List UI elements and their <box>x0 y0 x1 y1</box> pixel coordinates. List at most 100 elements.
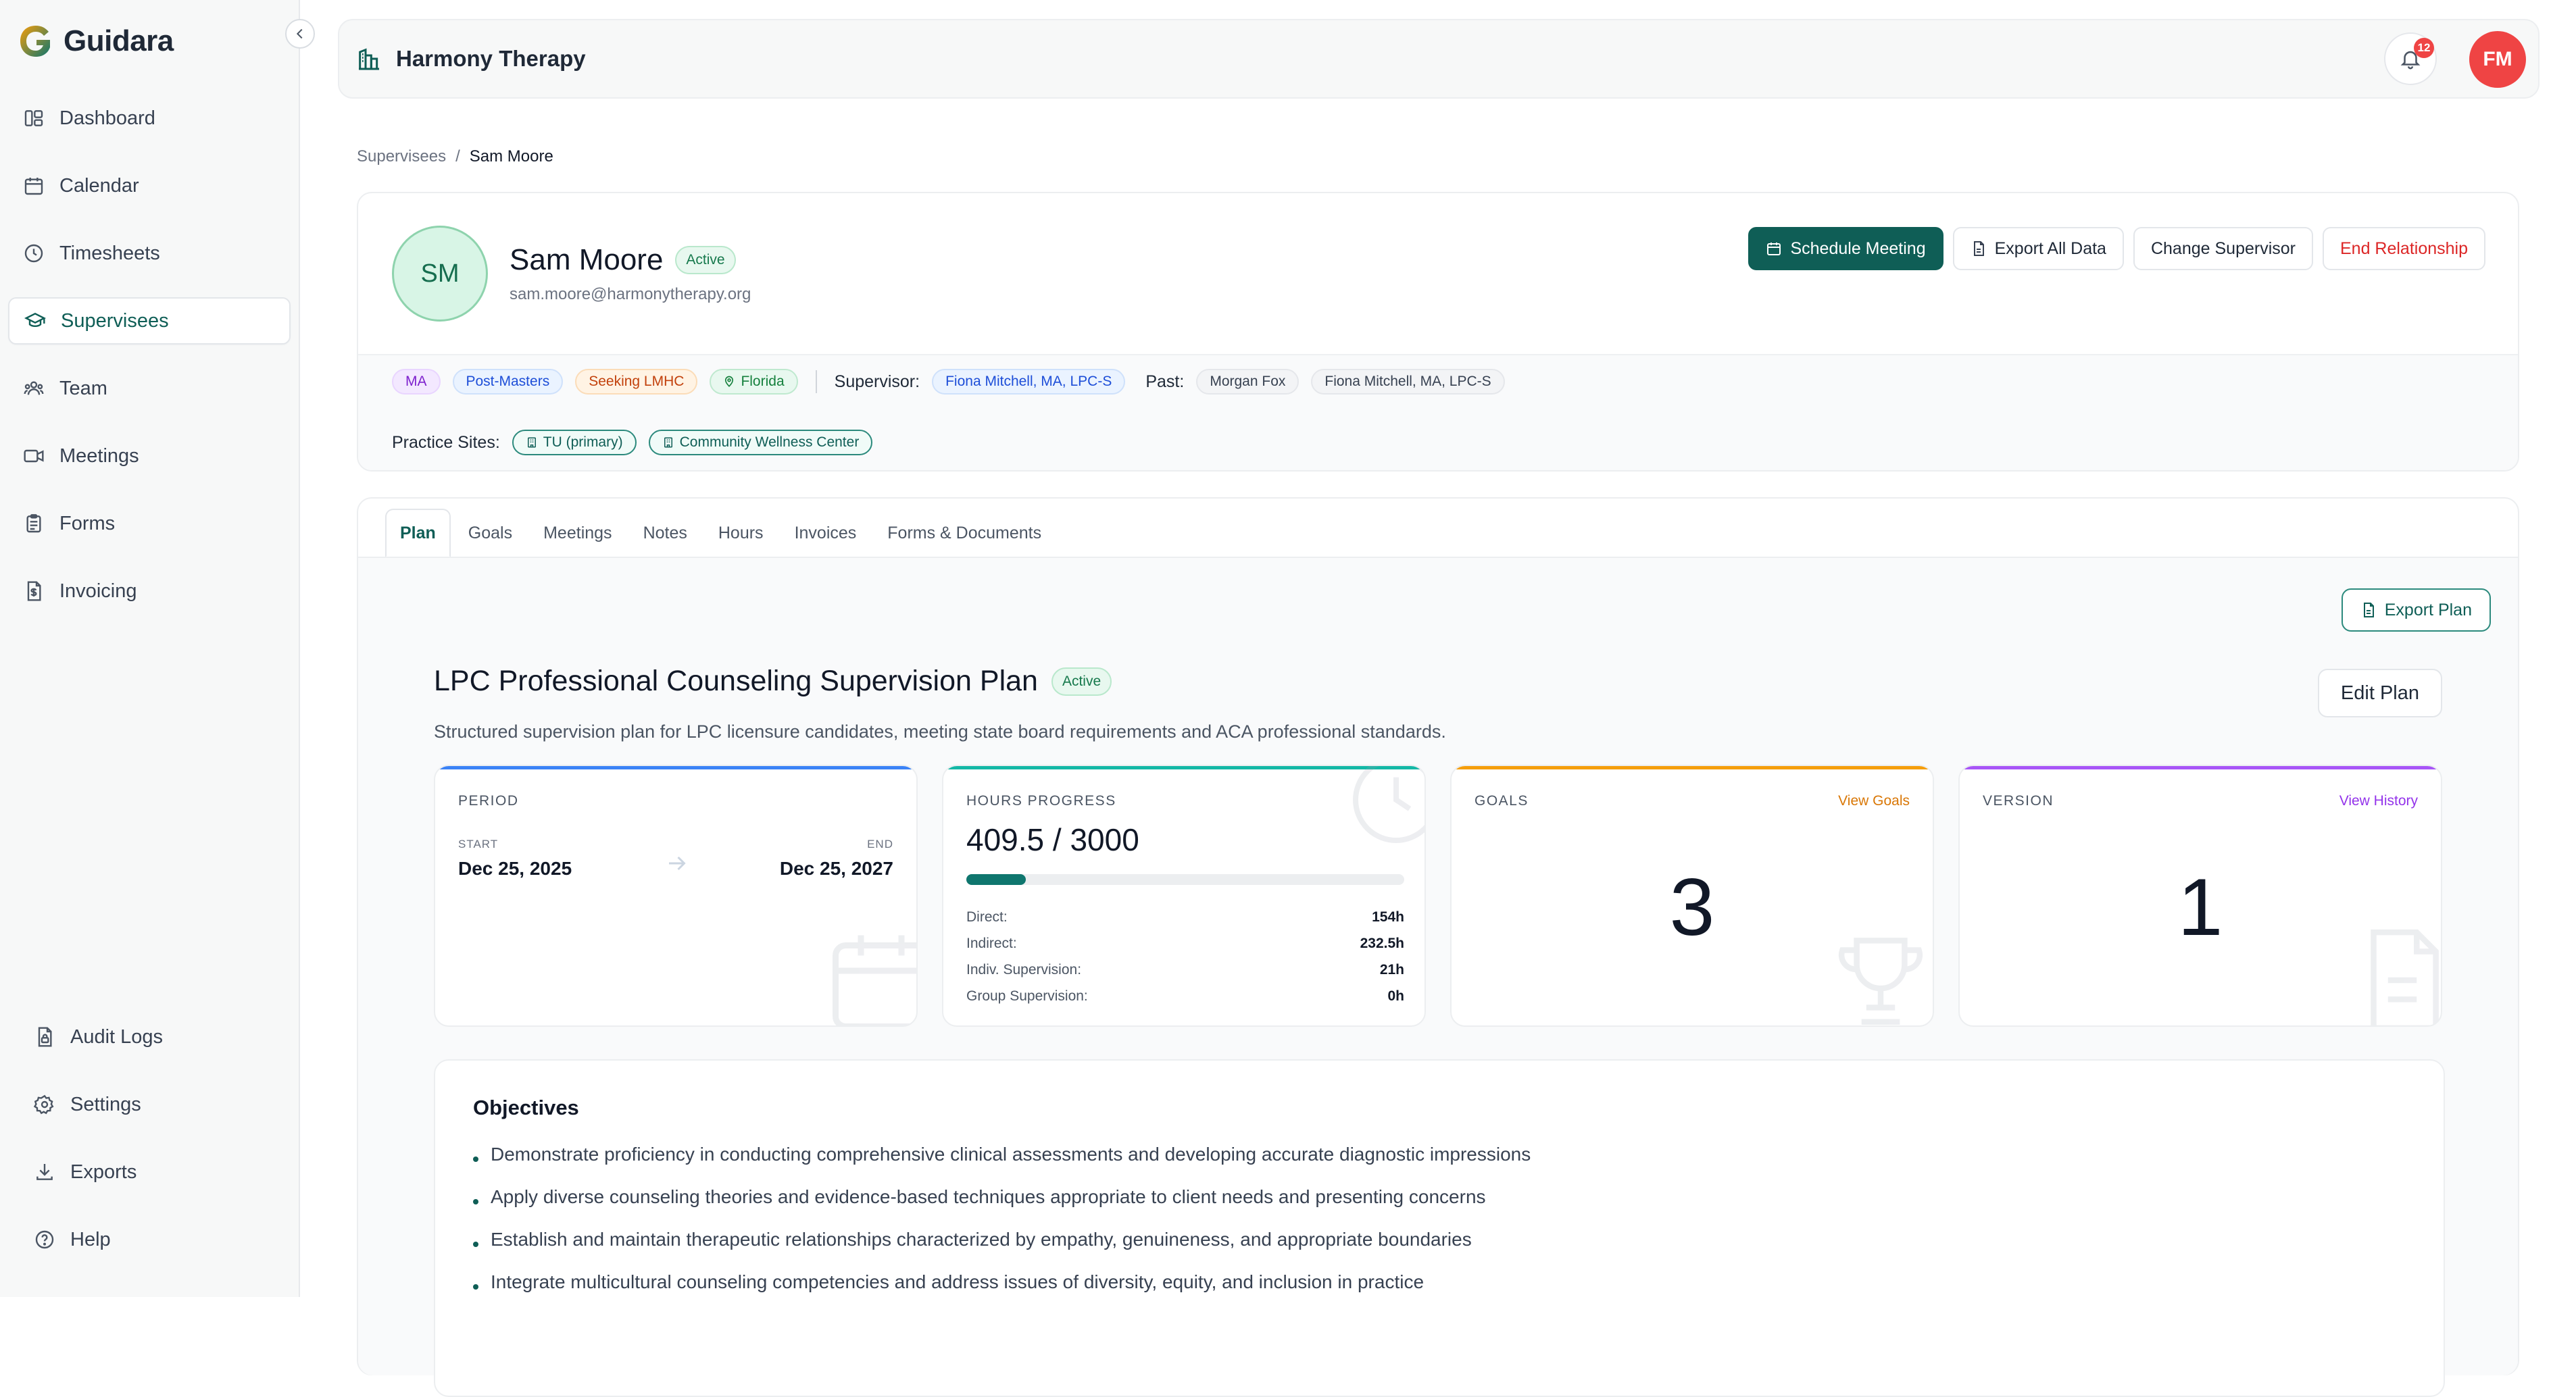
export-all-data-label: Export All Data <box>1994 238 2106 258</box>
export-plan-label: Export Plan <box>2384 600 2472 619</box>
supervisee-avatar: SM <box>392 226 488 322</box>
hours-row-label: Indiv. Supervision: <box>966 961 1082 977</box>
sidebar-item-label: Forms <box>59 512 116 534</box>
app-name: Guidara <box>64 24 174 57</box>
plan-description: Structured supervision plan for LPC lice… <box>434 721 1446 742</box>
user-avatar[interactable]: FM <box>2469 31 2526 88</box>
plan-tab-content: Export Plan LPC Professional Counseling … <box>358 558 2518 1397</box>
sidebar-item-timesheets[interactable]: Timesheets <box>8 230 291 277</box>
supervisee-profile-card: SM Sam Moore Active sam.moore@harmonythe… <box>357 192 2519 472</box>
objective-item: Demonstrate proficiency in conducting co… <box>473 1139 2365 1182</box>
tab-goals[interactable]: Goals <box>455 509 526 557</box>
view-goals-link[interactable]: View Goals <box>1838 793 1910 809</box>
supervisee-tabs-card: Plan Goals Meetings Notes Hours Invoices… <box>357 497 2519 1397</box>
export-all-data-button[interactable]: Export All Data <box>1952 227 2124 270</box>
objectives-list: Demonstrate proficiency in conducting co… <box>473 1139 2365 1309</box>
goals-card: GOALS View Goals 3 <box>1450 765 1934 1027</box>
sidebar-item-label: Audit Logs <box>70 1025 164 1048</box>
profile-name-row: Sam Moore Active <box>510 243 736 277</box>
tab-invoices[interactable]: Invoices <box>781 509 870 557</box>
schedule-meeting-button[interactable]: Schedule Meeting <box>1748 227 1943 270</box>
sidebar-item-supervisees[interactable]: Supervisees <box>8 297 291 345</box>
sidebar-item-exports[interactable]: Exports <box>18 1148 288 1196</box>
card-accent <box>435 766 916 769</box>
tab-bar: Plan Goals Meetings Notes Hours Invoices… <box>385 508 1055 558</box>
edit-plan-button[interactable]: Edit Plan <box>2317 669 2442 717</box>
view-history-link[interactable]: View History <box>2339 793 2418 809</box>
tab-notes[interactable]: Notes <box>630 509 701 557</box>
tab-hours[interactable]: Hours <box>705 509 777 557</box>
download-icon <box>36 1164 53 1180</box>
main-nav: Dashboard Calendar Timesheets Supervisee… <box>8 95 291 635</box>
practice-site-label: TU (primary) <box>543 434 623 450</box>
tab-forms-documents[interactable]: Forms & Documents <box>874 509 1055 557</box>
seeking-license-tag: Seeking LMHC <box>575 369 698 395</box>
arrow-right-icon <box>669 856 686 871</box>
past-supervisor-tag: Morgan Fox <box>1196 369 1299 395</box>
sidebar-item-help[interactable]: Help <box>18 1216 288 1263</box>
profile-actions: Schedule Meeting Export All Data Change … <box>1748 227 2485 270</box>
sidebar-item-dashboard[interactable]: Dashboard <box>8 95 291 142</box>
document-watermark-icon <box>2371 929 2439 1025</box>
breadcrumb-separator: / <box>455 147 460 166</box>
profile-meta: MA Post-Masters Seeking LMHC Florida Sup… <box>358 354 2518 470</box>
trophy-watermark-icon <box>1838 938 1923 1025</box>
breadcrumb-supervisees-link[interactable]: Supervisees <box>357 147 446 166</box>
sidebar-item-meetings[interactable]: Meetings <box>8 432 291 480</box>
hours-row-label: Direct: <box>966 909 1008 925</box>
objective-item: Establish and maintain therapeutic relat… <box>473 1224 2365 1267</box>
dashboard-icon <box>24 110 43 126</box>
map-pin-icon <box>725 376 734 387</box>
supervisor-label: Supervisor: <box>834 372 920 391</box>
collapse-sidebar-button[interactable] <box>285 19 315 49</box>
gear-icon <box>34 1094 54 1115</box>
hours-row-group-supervision: Group Supervision: 0h <box>966 983 1404 1009</box>
guidara-logo-icon <box>20 26 50 57</box>
building-icon <box>664 437 672 448</box>
notification-count-badge: 12 <box>2414 38 2434 58</box>
calendar-icon <box>1767 243 1781 255</box>
hours-row-indiv-supervision: Indiv. Supervision: 21h <box>966 957 1404 983</box>
version-label: VERSION <box>1983 793 2054 809</box>
help-circle-icon <box>35 1230 54 1249</box>
building-chart-icon <box>359 48 379 70</box>
card-accent <box>1960 766 2441 769</box>
sidebar-item-calendar[interactable]: Calendar <box>8 162 291 209</box>
goals-label: GOALS <box>1475 793 1529 809</box>
sidebar-item-label: Invoicing <box>59 580 137 602</box>
tab-meetings[interactable]: Meetings <box>530 509 625 557</box>
past-supervisors-label: Past: <box>1145 372 1185 391</box>
sidebar-item-team[interactable]: Team <box>8 365 291 412</box>
end-date: Dec 25, 2027 <box>779 858 893 879</box>
sidebar-item-audit-logs[interactable]: Audit Logs <box>18 1013 288 1061</box>
hours-breakdown: Direct: 154h Indirect: 232.5h Indiv. Super… <box>966 904 1404 1009</box>
export-plan-button[interactable]: Export Plan <box>2341 588 2491 632</box>
breadcrumb-current: Sam Moore <box>469 147 553 166</box>
organization: Harmony Therapy <box>339 45 586 72</box>
change-supervisor-button[interactable]: Change Supervisor <box>2133 227 2313 270</box>
objective-item: Integrate multicultural counseling compe… <box>473 1267 2365 1309</box>
sidebar-item-label: Settings <box>70 1093 141 1115</box>
sidebar-item-label: Exports <box>70 1161 137 1183</box>
end-relationship-button[interactable]: End Relationship <box>2322 227 2485 270</box>
notifications-button[interactable]: 12 <box>2384 32 2437 85</box>
hours-progress-value: 409.5 / 3000 <box>966 822 1139 857</box>
breadcrumb: Supervisees / Sam Moore <box>357 147 553 166</box>
sidebar-item-label: Dashboard <box>59 107 155 129</box>
tab-plan[interactable]: Plan <box>385 509 451 557</box>
sidebar-item-forms[interactable]: Forms <box>8 500 291 547</box>
hours-row-direct: Direct: 154h <box>966 904 1404 930</box>
sidebar-item-settings[interactable]: Settings <box>18 1081 288 1128</box>
sidebar-item-label: Meetings <box>59 444 139 467</box>
practice-site-tag: Community Wellness Center <box>648 430 873 455</box>
plan-title: LPC Professional Counseling Supervision … <box>434 665 1038 697</box>
hours-row-value: 0h <box>1387 988 1404 1004</box>
period-label: PERIOD <box>458 793 519 809</box>
card-accent <box>1452 766 1933 769</box>
app-logo[interactable]: Guidara <box>18 23 174 59</box>
period-card: PERIOD START Dec 25, 2025 END Dec 25, 20… <box>434 765 918 1027</box>
past-supervisor-tag: Fiona Mitchell, MA, LPC-S <box>1311 369 1505 395</box>
objectives-card: Objectives Demonstrate proficiency in co… <box>434 1059 2445 1397</box>
file-lock-icon <box>38 1027 52 1047</box>
sidebar-item-invoicing[interactable]: Invoicing <box>8 567 291 615</box>
